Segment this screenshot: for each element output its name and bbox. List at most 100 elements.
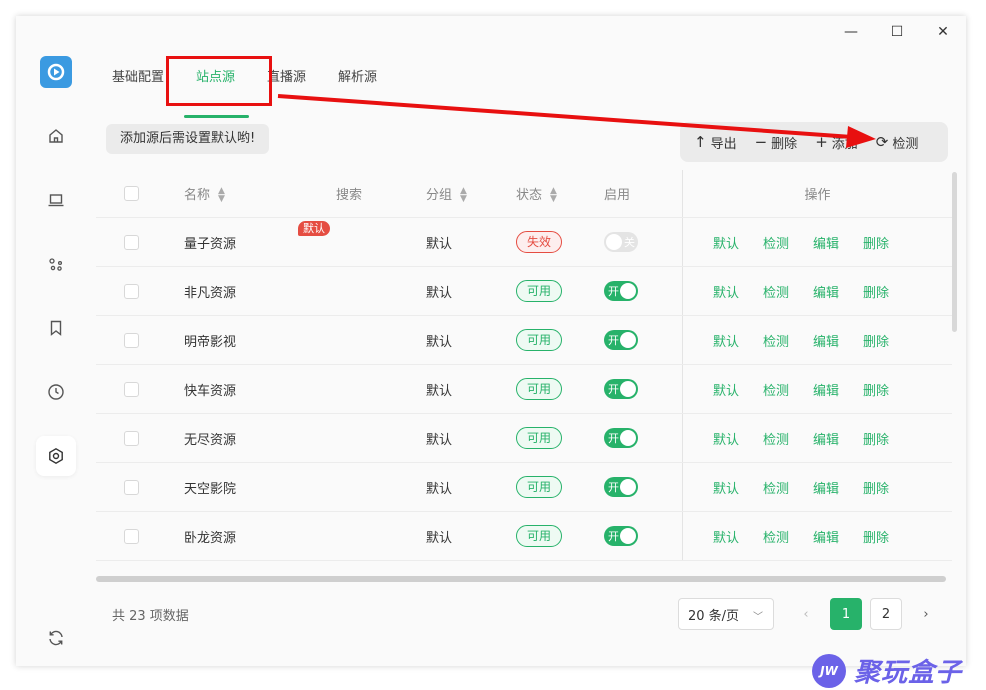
check-link[interactable]: 检测	[763, 429, 789, 448]
header-search: 搜索	[336, 188, 363, 203]
window-controls: — ☐ ✕	[828, 16, 966, 48]
sync-icon[interactable]	[36, 618, 76, 658]
check-link[interactable]: 检测	[763, 331, 789, 350]
table-row: 明帝影视 默认 可用 开 默认 检测 编辑 删除	[96, 316, 952, 365]
delete-button[interactable]: − 删除	[755, 133, 798, 152]
set-default-link[interactable]: 默认	[713, 527, 739, 546]
watermark: JW 聚玩盒子	[812, 652, 962, 689]
table-toolbar: ↑ 导出 − 删除 + 添加 ⟳ 检测	[680, 122, 948, 162]
status-badge: 可用	[516, 525, 563, 547]
enable-toggle[interactable]: 开	[604, 428, 638, 448]
maximize-button[interactable]: ☐	[874, 16, 920, 48]
check-link[interactable]: 检测	[763, 478, 789, 497]
header-status[interactable]: 状态	[516, 188, 542, 203]
status-badge: 失效	[516, 231, 563, 253]
check-link[interactable]: 检测	[763, 282, 789, 301]
delete-link[interactable]: 删除	[863, 233, 889, 252]
edit-link[interactable]: 编辑	[813, 331, 839, 350]
edit-link[interactable]: 编辑	[813, 380, 839, 399]
header-name[interactable]: 名称	[184, 188, 210, 203]
check-link[interactable]: 检测	[763, 380, 789, 399]
edit-link[interactable]: 编辑	[813, 233, 839, 252]
delete-link[interactable]: 删除	[863, 282, 889, 301]
total-count: 共 23 项数据	[112, 609, 189, 624]
enable-toggle[interactable]: 关	[604, 232, 638, 252]
set-default-link[interactable]: 默认	[713, 429, 739, 448]
source-name: 非凡资源	[184, 285, 237, 301]
tab-live-source[interactable]: 直播源	[267, 66, 306, 106]
live-icon[interactable]	[36, 244, 76, 284]
add-button[interactable]: + 添加	[815, 133, 858, 152]
delete-link[interactable]: 删除	[863, 429, 889, 448]
table-row: 快车资源 默认 可用 开 默认 检测 编辑 删除	[96, 365, 952, 414]
row-checkbox[interactable]	[124, 283, 139, 299]
tab-parse-source[interactable]: 解析源	[338, 66, 377, 106]
page-button-2[interactable]: 2	[870, 598, 902, 630]
tab-basic-config[interactable]: 基础配置	[112, 66, 164, 106]
check-label: 检测	[892, 136, 919, 152]
horizontal-scrollbar[interactable]	[96, 576, 946, 582]
check-link[interactable]: 检测	[763, 527, 789, 546]
edit-link[interactable]: 编辑	[813, 527, 839, 546]
check-link[interactable]: 检测	[763, 233, 789, 252]
prev-page-button[interactable]: ‹	[790, 598, 822, 630]
sort-icon[interactable]: ▲ ▼	[460, 187, 467, 204]
delete-link[interactable]: 删除	[863, 380, 889, 399]
edit-link[interactable]: 编辑	[813, 429, 839, 448]
page-size-select[interactable]: 20 条/页 ﹀	[678, 598, 774, 630]
edit-link[interactable]: 编辑	[813, 478, 839, 497]
row-checkbox[interactable]	[124, 479, 139, 495]
laptop-icon[interactable]	[36, 180, 76, 220]
minimize-button[interactable]: —	[828, 16, 874, 48]
status-badge: 可用	[516, 329, 563, 351]
source-name: 明帝影视	[184, 334, 237, 350]
enable-toggle[interactable]: 开	[604, 330, 638, 350]
enable-toggle[interactable]: 开	[604, 379, 638, 399]
table-body: 量子资源 默认 默认 失效关默认 检测 编辑 删除 非凡资源 默认 可用开默认 检测 编辑 删除 明帝影视…	[96, 218, 952, 561]
source-name: 量子资源	[184, 236, 237, 252]
close-button[interactable]: ✕	[920, 16, 966, 48]
delete-link[interactable]: 删除	[863, 331, 889, 350]
refresh-icon: ⟳	[875, 133, 889, 151]
history-icon[interactable]	[36, 372, 76, 412]
home-icon[interactable]	[36, 116, 76, 156]
table-row: 卧龙资源 默认 可用 开 默认 检测 编辑 删除	[96, 512, 952, 561]
delete-link[interactable]: 删除	[863, 527, 889, 546]
sort-icon[interactable]: ▲ ▼	[550, 187, 557, 204]
row-checkbox[interactable]	[124, 332, 139, 348]
settings-icon[interactable]	[36, 436, 76, 476]
toggle-label: 开	[608, 383, 619, 396]
select-all-checkbox[interactable]	[124, 186, 139, 201]
delete-label: 删除	[771, 136, 798, 152]
export-button[interactable]: ↑ 导出	[694, 133, 737, 152]
delete-link[interactable]: 删除	[863, 478, 889, 497]
toggle-label: 关	[624, 236, 635, 249]
set-default-link[interactable]: 默认	[713, 478, 739, 497]
table-row: 量子资源 默认 默认 失效关默认 检测 编辑 删除	[96, 218, 952, 267]
status-badge: 可用	[516, 476, 563, 498]
edit-link[interactable]: 编辑	[813, 282, 839, 301]
enable-toggle[interactable]: 开	[604, 281, 638, 301]
source-group: 默认	[426, 334, 453, 350]
header-group[interactable]: 分组	[426, 188, 452, 203]
toggle-label: 开	[608, 481, 619, 494]
sort-icon[interactable]: ▲ ▼	[218, 187, 225, 204]
set-default-link[interactable]: 默认	[713, 331, 739, 350]
source-group: 默认	[426, 285, 453, 301]
set-default-link[interactable]: 默认	[713, 233, 739, 252]
bookmark-icon[interactable]	[36, 308, 76, 348]
page-button-1[interactable]: 1	[830, 598, 862, 630]
enable-toggle[interactable]: 开	[604, 526, 638, 546]
row-checkbox[interactable]	[124, 234, 139, 250]
check-button[interactable]: ⟳ 检测	[876, 133, 919, 152]
row-checkbox[interactable]	[124, 528, 139, 544]
row-checkbox[interactable]	[124, 430, 139, 446]
page-size-value: 20 条/页	[688, 608, 740, 624]
set-default-link[interactable]: 默认	[713, 380, 739, 399]
row-checkbox[interactable]	[124, 381, 139, 397]
next-page-button[interactable]: ›	[910, 598, 942, 630]
set-default-link[interactable]: 默认	[713, 282, 739, 301]
enable-toggle[interactable]: 开	[604, 477, 638, 497]
hint-message: 添加源后需设置默认哟!	[106, 124, 270, 154]
vertical-scrollbar[interactable]	[952, 172, 957, 332]
